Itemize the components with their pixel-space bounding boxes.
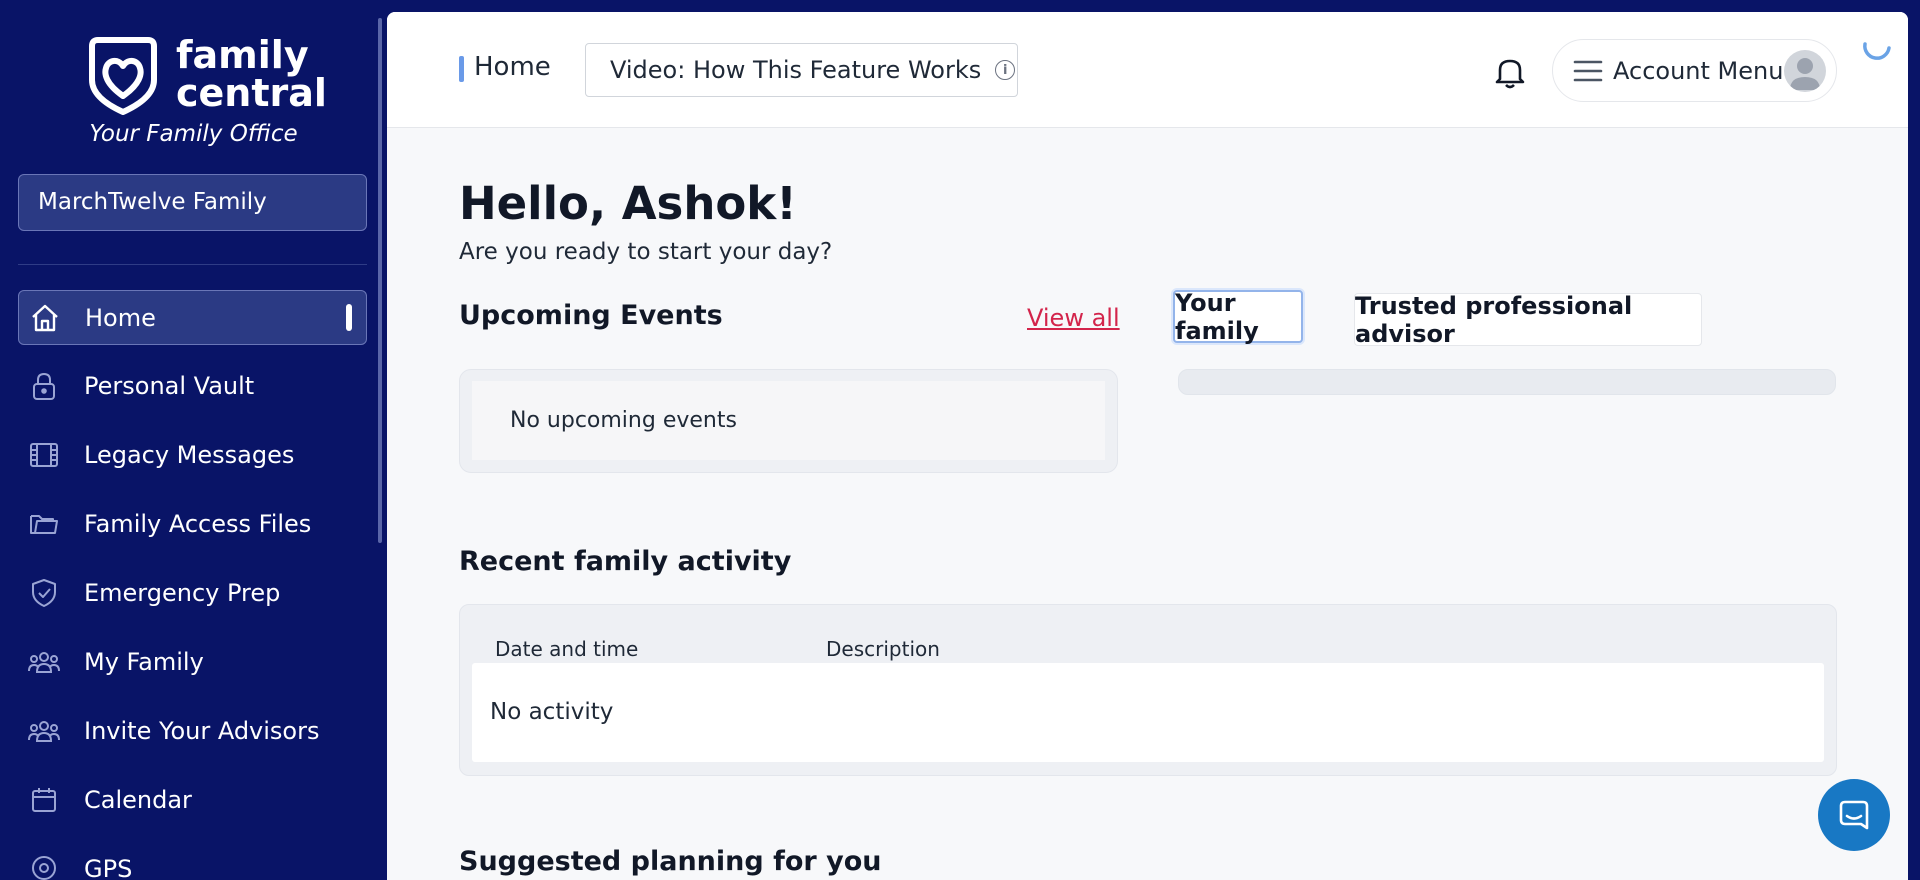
film-icon [26,437,62,473]
hamburger-icon [1573,60,1603,81]
greeting-heading: Hello, Ashok! [459,177,797,230]
sidebar-item-label: Home [85,303,156,332]
home-icon [27,300,63,336]
sidebar-item-label: Personal Vault [84,371,255,400]
greeting-subtitle: Are you ready to start your day? [459,239,833,265]
avatar [1784,50,1826,92]
chat-icon [1839,800,1869,830]
no-activity-message: No activity [472,663,1824,762]
location-icon [26,851,62,880]
sidebar-item-home[interactable]: Home [18,290,367,345]
people-icon [26,713,62,749]
bell-icon[interactable] [1494,55,1526,89]
sidebar-nav: Home Personal Vault Legacy Messages Fami… [18,290,367,880]
sidebar-item-personal-vault[interactable]: Personal Vault [18,351,367,420]
info-icon: i [995,60,1016,80]
sidebar-item-family-access-files[interactable]: Family Access Files [18,489,367,558]
column-header-date: Date and time [495,637,639,661]
sidebar-item-label: Legacy Messages [84,440,295,469]
calendar-icon [26,782,62,818]
loading-spinner-icon [1863,42,1891,60]
account-menu-label: Account Menu [1613,56,1784,85]
sidebar-divider [18,264,367,265]
sidebar-item-label: GPS [84,854,133,880]
logo-wordmark: family central [176,36,327,112]
sidebar-scrollbar[interactable] [378,18,382,543]
folder-icon [26,506,62,542]
sidebar-item-my-family[interactable]: My Family [18,627,367,696]
family-members-loading-placeholder [1178,369,1836,395]
sidebar-item-legacy-messages[interactable]: Legacy Messages [18,420,367,489]
no-events-message: No upcoming events [472,381,1105,460]
chat-support-button[interactable] [1818,779,1890,851]
logo-line-2: central [176,71,327,115]
sidebar-item-invite-advisors[interactable]: Invite Your Advisors [18,696,367,765]
sidebar-item-emergency-prep[interactable]: Emergency Prep [18,558,367,627]
view-all-events-link[interactable]: View all [1027,304,1120,332]
sidebar-item-label: My Family [84,647,204,676]
sidebar-item-label: Calendar [84,785,192,814]
brand-logo[interactable]: family central [84,36,327,118]
breadcrumb: Home [474,52,551,82]
column-header-description: Description [826,637,940,661]
recent-activity-table: Date and time Description No activity [459,604,1837,776]
upcoming-events-card: No upcoming events [459,369,1118,473]
sidebar: family central Your Family Office MarchT… [0,0,387,880]
people-icon [26,644,62,680]
heart-logo-icon [89,37,157,115]
upcoming-events-title: Upcoming Events [459,300,723,331]
sidebar-item-label: Emergency Prep [84,578,281,607]
active-indicator [346,304,352,331]
shield-check-icon [26,575,62,611]
video-how-it-works-button[interactable]: Video: How This Feature Works i [585,43,1018,97]
sidebar-item-label: Invite Your Advisors [84,716,320,745]
top-header: Home Video: How This Feature Works i Acc… [387,12,1908,128]
suggested-planning-title: Suggested planning for you [459,846,882,877]
sidebar-item-label: Family Access Files [84,509,312,538]
account-menu-button[interactable]: Account Menu [1552,39,1837,102]
sidebar-item-gps[interactable]: GPS [18,834,367,880]
family-selector[interactable]: MarchTwelve Family [18,174,367,231]
main-panel: Home Video: How This Feature Works i Acc… [387,12,1908,880]
sidebar-item-calendar[interactable]: Calendar [18,765,367,834]
tab-your-family[interactable]: Your family [1173,289,1303,345]
lock-icon [26,368,62,404]
brand-tagline: Your Family Office [89,121,298,147]
recent-activity-title: Recent family activity [459,546,792,577]
tab-trusted-advisor[interactable]: Trusted professional advisor [1354,292,1702,348]
video-button-label: Video: How This Feature Works [610,56,982,84]
logo-line-1: family [176,33,309,77]
breadcrumb-accent [459,56,464,82]
